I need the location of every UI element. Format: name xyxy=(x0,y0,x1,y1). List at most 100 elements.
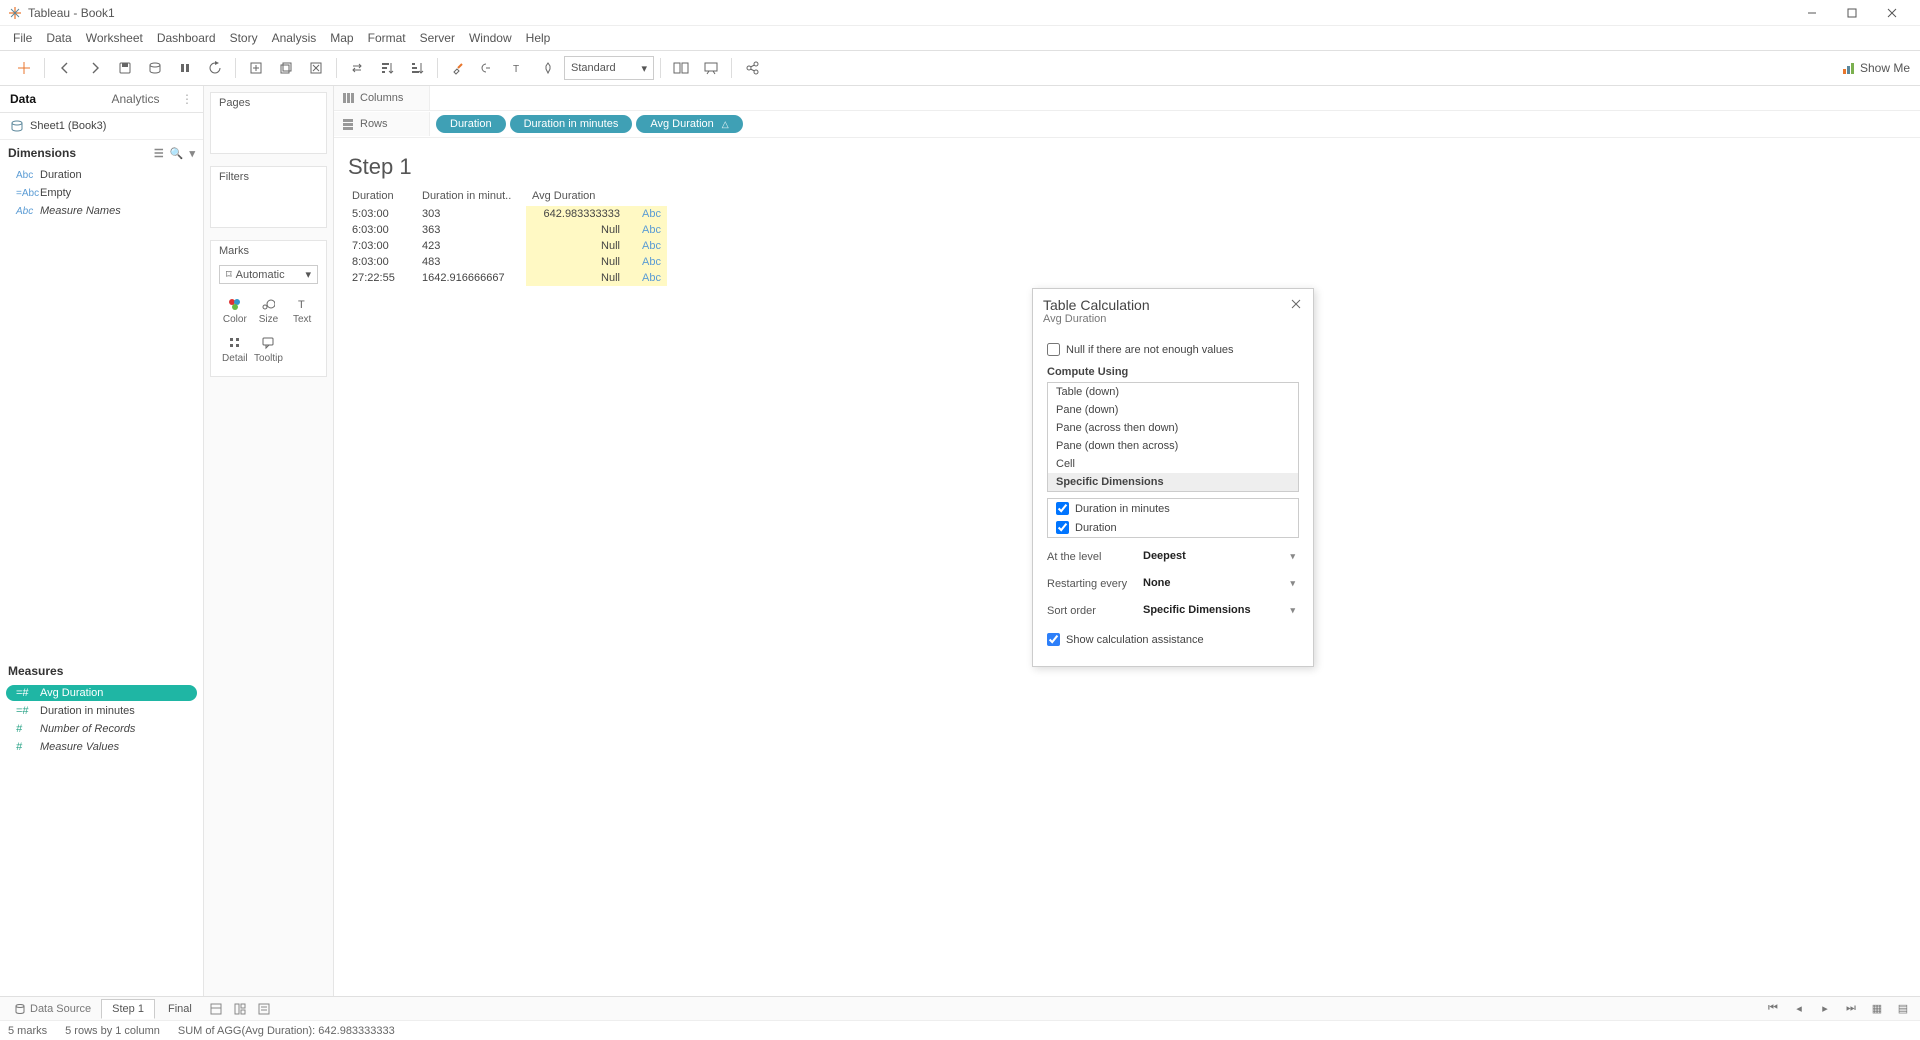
new-datasource-button[interactable] xyxy=(141,54,169,82)
dialog-title[interactable]: Table Calculation xyxy=(1043,297,1303,313)
dimension-check[interactable]: Duration in minutes xyxy=(1048,499,1298,518)
close-button[interactable] xyxy=(1872,0,1912,26)
sort-dropdown[interactable]: Specific Dimensions▾ xyxy=(1139,602,1299,619)
menu-server[interactable]: Server xyxy=(413,31,462,45)
pin-button[interactable] xyxy=(534,54,562,82)
presentation-button[interactable] xyxy=(697,54,725,82)
nav-first-icon[interactable]: ⏮ xyxy=(1762,999,1784,1019)
datasource-tab[interactable]: Data Source xyxy=(6,999,99,1019)
minimize-button[interactable] xyxy=(1792,0,1832,26)
null-checkbox-input[interactable] xyxy=(1047,343,1060,356)
menu-story[interactable]: Story xyxy=(223,31,265,45)
dimension-checkbox-input[interactable] xyxy=(1056,521,1069,534)
new-story-tab[interactable] xyxy=(253,999,275,1019)
show-cards-button[interactable] xyxy=(667,54,695,82)
compute-option[interactable]: Pane (across then down) xyxy=(1048,419,1298,437)
mark-tooltip-button[interactable]: Tooltip xyxy=(253,331,285,368)
marks-type-dropdown[interactable]: ⌑ Automatic ▾ xyxy=(219,265,318,284)
at-level-dropdown[interactable]: Deepest▾ xyxy=(1139,548,1299,565)
new-worksheet-tab[interactable] xyxy=(205,999,227,1019)
pause-autoupdates-button[interactable] xyxy=(171,54,199,82)
restart-dropdown[interactable]: None▾ xyxy=(1139,575,1299,592)
assist-checkbox[interactable]: Show calculation assistance xyxy=(1047,633,1299,646)
compute-option[interactable]: Cell xyxy=(1048,455,1298,473)
back-button[interactable] xyxy=(51,54,79,82)
measure-field[interactable]: #Measure Values xyxy=(6,739,197,755)
maximize-button[interactable] xyxy=(1832,0,1872,26)
compute-option[interactable]: Pane (down then across) xyxy=(1048,437,1298,455)
new-dashboard-tab[interactable] xyxy=(229,999,251,1019)
share-button[interactable] xyxy=(738,54,766,82)
col-header[interactable]: Duration xyxy=(346,188,416,206)
compute-using-listbox[interactable]: Table (down)Pane (down)Pane (across then… xyxy=(1047,382,1299,492)
tab-analytics[interactable]: Analytics ⋮ xyxy=(102,86,204,112)
mark-size-button[interactable]: Size xyxy=(253,292,285,329)
new-worksheet-button[interactable] xyxy=(242,54,270,82)
dimension-field[interactable]: AbcMeasure Names xyxy=(6,203,197,219)
dropdown-icon[interactable]: ▾ xyxy=(189,147,195,160)
menu-map[interactable]: Map xyxy=(323,31,360,45)
col-header[interactable]: Duration in minut.. xyxy=(416,188,526,206)
mark-detail-button[interactable]: Detail xyxy=(219,331,251,368)
assist-checkbox-input[interactable] xyxy=(1047,633,1060,646)
save-button[interactable] xyxy=(111,54,139,82)
labels-button[interactable]: T xyxy=(504,54,532,82)
dimension-field[interactable]: AbcDuration xyxy=(6,167,197,183)
sheet-tab[interactable]: Step 1 xyxy=(101,999,155,1019)
row-pill[interactable]: Duration in minutes xyxy=(510,115,633,133)
table-row[interactable]: 7:03:00423NullAbc xyxy=(346,238,667,254)
highlight-button[interactable] xyxy=(444,54,472,82)
forward-button[interactable] xyxy=(81,54,109,82)
col-header[interactable]: Avg Duration xyxy=(526,188,626,206)
fit-dropdown[interactable]: Standard ▾ xyxy=(564,56,654,80)
sort-desc-button[interactable] xyxy=(403,54,431,82)
menu-data[interactable]: Data xyxy=(39,31,78,45)
sort-asc-button[interactable] xyxy=(373,54,401,82)
refresh-button[interactable] xyxy=(201,54,229,82)
dimension-checkbox-input[interactable] xyxy=(1056,502,1069,515)
nav-next-icon[interactable]: ▸ xyxy=(1814,999,1836,1019)
menu-dashboard[interactable]: Dashboard xyxy=(150,31,223,45)
swap-button[interactable] xyxy=(343,54,371,82)
show-sheets-icon[interactable]: ▦ xyxy=(1866,999,1888,1019)
dialog-close-button[interactable] xyxy=(1287,295,1305,313)
compute-option[interactable]: Specific Dimensions xyxy=(1048,473,1298,491)
row-pill[interactable]: Avg Duration△ xyxy=(636,115,742,133)
nav-last-icon[interactable]: ⏭ xyxy=(1840,999,1862,1019)
datasource-row[interactable]: Sheet1 (Book3) xyxy=(0,113,203,140)
tableau-start-icon[interactable] xyxy=(10,54,38,82)
sheet-tab[interactable]: Final xyxy=(157,999,203,1019)
table-row[interactable]: 27:22:551642.916666667NullAbc xyxy=(346,270,667,286)
menu-analysis[interactable]: Analysis xyxy=(265,31,324,45)
compute-option[interactable]: Pane (down) xyxy=(1048,401,1298,419)
row-pill[interactable]: Duration xyxy=(436,115,506,133)
viz-title[interactable]: Step 1 xyxy=(348,154,1908,180)
pages-card[interactable]: Pages xyxy=(210,92,327,154)
columns-shelf[interactable]: Columns xyxy=(334,86,1920,111)
mark-color-button[interactable]: Color xyxy=(219,292,251,329)
measure-field[interactable]: #Number of Records xyxy=(6,721,197,737)
mark-text-button[interactable]: TText xyxy=(286,292,318,329)
table-row[interactable]: 8:03:00483NullAbc xyxy=(346,254,667,270)
menu-window[interactable]: Window xyxy=(462,31,519,45)
group-button[interactable] xyxy=(474,54,502,82)
measure-field-active[interactable]: =#Avg Duration xyxy=(6,685,197,701)
dimension-field[interactable]: =AbcEmpty xyxy=(6,185,197,201)
measure-field[interactable]: =#Duration in minutes xyxy=(6,703,197,719)
table-row[interactable]: 5:03:00303642.983333333Abc xyxy=(346,206,667,222)
menu-worksheet[interactable]: Worksheet xyxy=(79,31,150,45)
filters-card[interactable]: Filters xyxy=(210,166,327,228)
show-filmstrip-icon[interactable]: ▤ xyxy=(1892,999,1914,1019)
menu-format[interactable]: Format xyxy=(361,31,413,45)
tab-data[interactable]: Data xyxy=(0,86,102,112)
duplicate-button[interactable] xyxy=(272,54,300,82)
nav-prev-icon[interactable]: ◂ xyxy=(1788,999,1810,1019)
view-as-icon[interactable]: ☰ xyxy=(154,147,164,160)
menu-file[interactable]: File xyxy=(6,31,39,45)
rows-shelf[interactable]: Rows Duration Duration in minutes Avg Du… xyxy=(334,111,1920,138)
compute-option[interactable]: Table (down) xyxy=(1048,383,1298,401)
clear-button[interactable] xyxy=(302,54,330,82)
find-icon[interactable]: 🔍 xyxy=(170,147,184,160)
showme-button[interactable]: Show Me xyxy=(1842,61,1910,75)
menu-help[interactable]: Help xyxy=(519,31,558,45)
